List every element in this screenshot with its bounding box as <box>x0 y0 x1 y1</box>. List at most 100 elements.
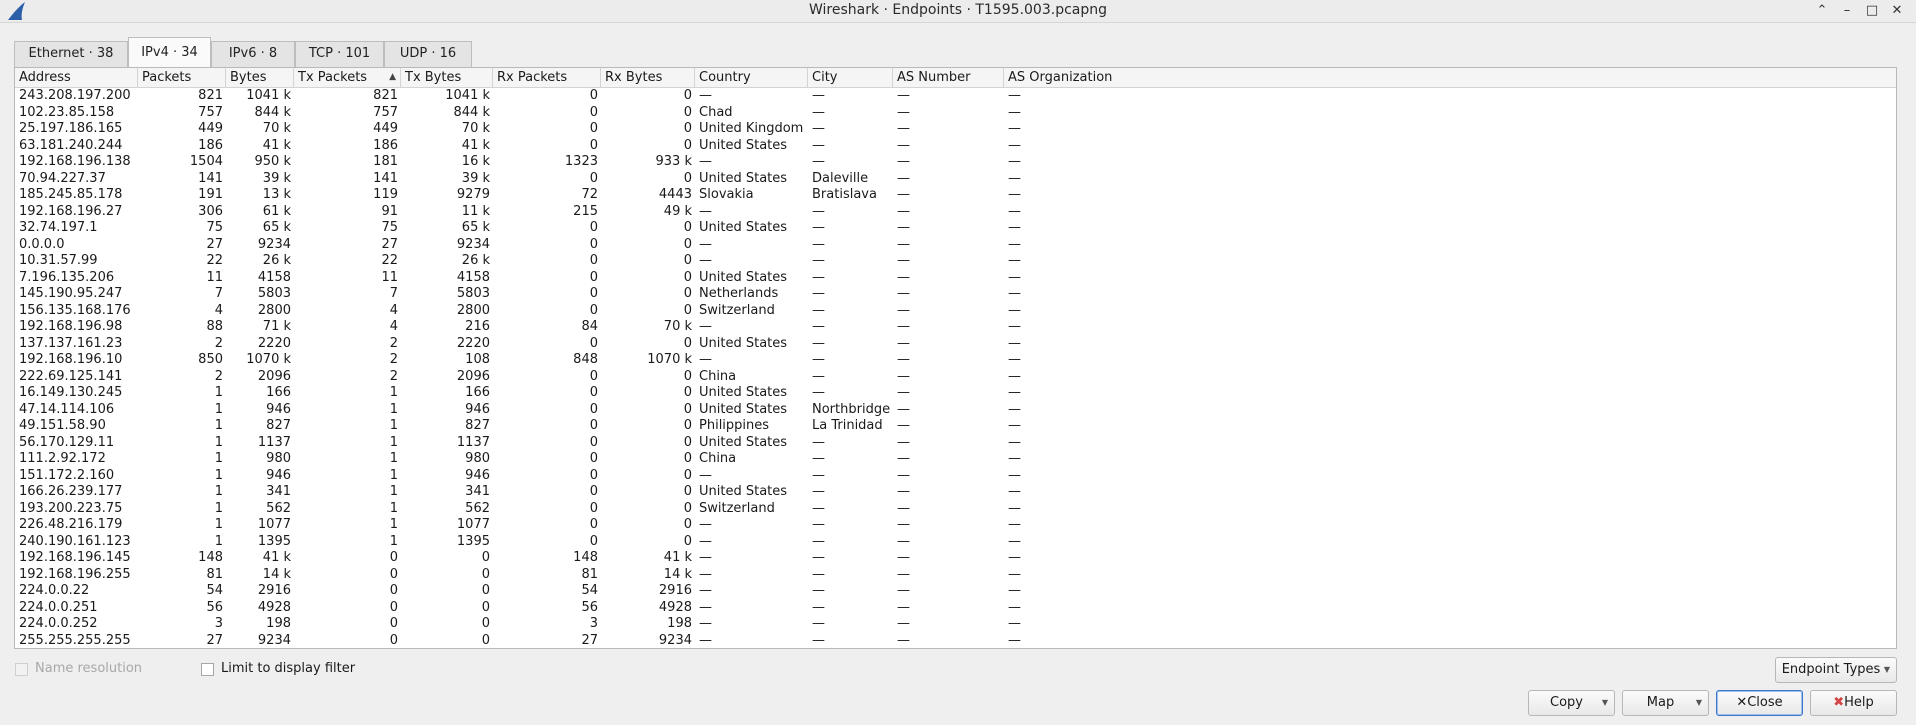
table-row[interactable]: 192.168.196.27 306 61 k 91 11 k 215 49 k — — — — <box>15 204 1896 220</box>
cell-rx-bytes: 0 <box>683 286 692 301</box>
limit-filter-checkbox[interactable] <box>201 663 214 676</box>
table-row[interactable]: 240.190.161.123 1 1395 1 1395 0 0 — — — — <box>15 534 1896 550</box>
column-tx-bytes[interactable]: Tx Bytes <box>401 68 493 87</box>
cell-rx-packets: 0 <box>589 517 598 532</box>
table-row[interactable]: 102.23.85.158 757 844 k 757 844 k 0 0 Chad — — — <box>15 105 1896 121</box>
cell-address: 137.137.161.23 <box>19 335 123 351</box>
chevron-up-icon[interactable]: ⌃ <box>1813 2 1831 20</box>
cell-rx-packets: 0 <box>589 253 598 268</box>
cell-address: 70.94.227.37 <box>19 170 106 186</box>
cell-as-organization: — <box>1008 500 1021 516</box>
table-row[interactable]: 224.0.0.251 56 4928 0 0 56 4928 — — — — <box>15 600 1896 616</box>
cell-country: — <box>699 253 712 268</box>
cell-tx-bytes: 341 <box>465 484 490 499</box>
tab-udp[interactable]: UDP · 16 <box>384 41 472 67</box>
table-row[interactable]: 192.168.196.138 1504 950 k 181 16 k 1323 933 k… <box>15 154 1896 170</box>
copy-button[interactable]: Copy ▼ <box>1528 690 1615 716</box>
table-row[interactable]: 193.200.223.75 1 562 1 562 0 0 Switzerland — — — <box>15 501 1896 517</box>
cell-as-organization: — <box>1008 434 1021 450</box>
cell-tx-packets: 141 <box>373 170 398 186</box>
help-button[interactable]: ✖Help <box>1810 690 1897 716</box>
cell-rx-bytes: 0 <box>683 500 692 516</box>
cell-tx-bytes: 5803 <box>456 286 490 301</box>
column-address[interactable]: Address <box>15 68 138 87</box>
endpoint-types-button[interactable]: Endpoint Types ▼ <box>1775 657 1897 683</box>
table-row[interactable]: 192.168.196.98 88 71 k 4 216 84 70 k — — — — <box>15 319 1896 335</box>
table-row[interactable]: 192.168.196.145 148 41 k 0 0 148 41 k — — — — <box>15 550 1896 566</box>
cell-address: 0.0.0.0 <box>19 236 65 252</box>
cell-bytes: 844 k <box>254 104 291 120</box>
maximize-icon[interactable]: □ <box>1863 2 1881 20</box>
column-bytes[interactable]: Bytes <box>226 68 294 87</box>
cell-tx-packets: 1 <box>389 385 398 400</box>
cell-bytes: 13 k <box>262 187 291 202</box>
table-row[interactable]: 151.172.2.160 1 946 1 946 0 0 — — — — <box>15 468 1896 484</box>
name-resolution-checkbox[interactable] <box>15 663 28 676</box>
table-row[interactable]: 166.26.239.177 1 341 1 341 0 0 United States — — — <box>15 484 1896 500</box>
table-row[interactable]: 145.190.95.247 7 5803 7 5803 0 0 Netherlands — — — <box>15 286 1896 302</box>
table-row[interactable]: 25.197.186.165 449 70 k 449 70 k 0 0 United Kin… <box>15 121 1896 137</box>
map-button[interactable]: Map ▼ <box>1622 690 1709 716</box>
column-rx-packets[interactable]: Rx Packets <box>493 68 601 87</box>
table-row[interactable]: 10.31.57.99 22 26 k 22 26 k 0 0 — — — — <box>15 253 1896 269</box>
tab-ipv6[interactable]: IPv6 · 8 <box>211 41 295 67</box>
table-row[interactable]: 192.168.196.10 850 1070 k 2 108 848 1070 k — — — — <box>15 352 1896 368</box>
minimize-icon[interactable]: – <box>1838 2 1856 20</box>
table-row[interactable]: 192.168.196.255 81 14 k 0 0 81 14 k — — — — <box>15 567 1896 583</box>
cell-rx-bytes: 4443 <box>658 187 692 202</box>
cell-country: — <box>699 599 712 615</box>
table-row[interactable]: 32.74.197.1 75 65 k 75 65 k 0 0 United States — —… <box>15 220 1896 236</box>
help-label: ✖Help <box>1833 695 1874 710</box>
cell-as-organization: — <box>1008 583 1021 598</box>
cell-tx-bytes: 108 <box>465 352 490 367</box>
table-row[interactable]: 156.135.168.176 4 2800 4 2800 0 0 Switzerland — —… <box>15 303 1896 319</box>
table-row[interactable]: 111.2.92.172 1 980 1 980 0 0 China — — — <box>15 451 1896 467</box>
tab-ipv4[interactable]: IPv4 · 34 <box>128 37 211 68</box>
table-row[interactable]: 0.0.0.0 27 9234 27 9234 0 0 — — — — <box>15 237 1896 253</box>
cell-as-organization: — <box>1008 632 1021 648</box>
table-row[interactable]: 255.255.255.255 27 9234 0 0 27 9234 — — — — <box>15 633 1896 649</box>
cell-rx-packets: 0 <box>589 385 598 400</box>
cell-rx-bytes: 0 <box>683 335 692 351</box>
column-country[interactable]: Country <box>695 68 808 87</box>
table-row[interactable]: 56.170.129.11 1 1137 1 1137 0 0 United States — —… <box>15 435 1896 451</box>
table-row[interactable]: 224.0.0.252 3 198 0 0 3 198 — — — — <box>15 616 1896 632</box>
table-row[interactable]: 70.94.227.37 141 39 k 141 39 k 0 0 United State… <box>15 171 1896 187</box>
table-row[interactable]: 16.149.130.245 1 166 1 166 0 0 United States — — — <box>15 385 1896 401</box>
cell-bytes: 14 k <box>262 566 291 582</box>
cell-as-organization: — <box>1008 302 1021 318</box>
cell-country: United States <box>699 484 788 499</box>
cell-tx-packets: 1 <box>389 418 398 433</box>
column-as-number[interactable]: AS Number <box>893 68 1004 87</box>
table-row[interactable]: 222.69.125.141 2 2096 2 2096 0 0 China — — — <box>15 369 1896 385</box>
column-packets[interactable]: Packets <box>138 68 226 87</box>
table-row[interactable]: 137.137.161.23 2 2220 2 2220 0 0 United States —… <box>15 336 1896 352</box>
cell-packets: 56 <box>206 599 223 615</box>
cell-rx-packets: 0 <box>589 286 598 301</box>
cell-city: — <box>812 599 825 615</box>
table-row[interactable]: 243.208.197.200 821 1041 k 821 1041 k 0 0 — — — — <box>15 88 1896 104</box>
close-window-icon[interactable]: ✕ <box>1888 2 1906 20</box>
table-row[interactable]: 7.196.135.206 11 4158 11 4158 0 0 United States… <box>15 270 1896 286</box>
cell-packets: 2 <box>214 335 223 351</box>
table-row[interactable]: 63.181.240.244 186 41 k 186 41 k 0 0 United Sta… <box>15 138 1896 154</box>
column-city[interactable]: City <box>808 68 893 87</box>
column-rx-bytes[interactable]: Rx Bytes <box>601 68 695 87</box>
column-as-organization[interactable]: AS Organization <box>1004 68 1896 87</box>
cell-as-number: — <box>897 566 910 582</box>
cell-address: 10.31.57.99 <box>19 253 98 268</box>
title-bar: Wireshark · Endpoints · T1595.003.pcapng… <box>0 0 1916 23</box>
tab-tcp[interactable]: TCP · 101 <box>295 41 384 67</box>
table-row[interactable]: 47.14.114.106 1 946 1 946 0 0 United States Nort… <box>15 402 1896 418</box>
close-button[interactable]: ✕Close <box>1716 690 1803 716</box>
column-tx-packets[interactable]: Tx Packets ▲ <box>294 68 401 87</box>
tab-ethernet[interactable]: Ethernet · 38 <box>14 41 128 67</box>
table-row[interactable]: 49.151.58.90 1 827 1 827 0 0 Philippines La Trin… <box>15 418 1896 434</box>
cell-as-number: — <box>897 418 910 433</box>
table-row[interactable]: 185.245.85.178 191 13 k 119 9279 72 4443 Slovak… <box>15 187 1896 203</box>
table-row[interactable]: 224.0.0.22 54 2916 0 0 54 2916 — — — — <box>15 583 1896 599</box>
cell-tx-packets: 1 <box>389 467 398 483</box>
cell-city: — <box>812 302 825 318</box>
table-row[interactable]: 226.48.216.179 1 1077 1 1077 0 0 — — — — <box>15 517 1896 533</box>
cell-rx-packets: 0 <box>589 500 598 516</box>
